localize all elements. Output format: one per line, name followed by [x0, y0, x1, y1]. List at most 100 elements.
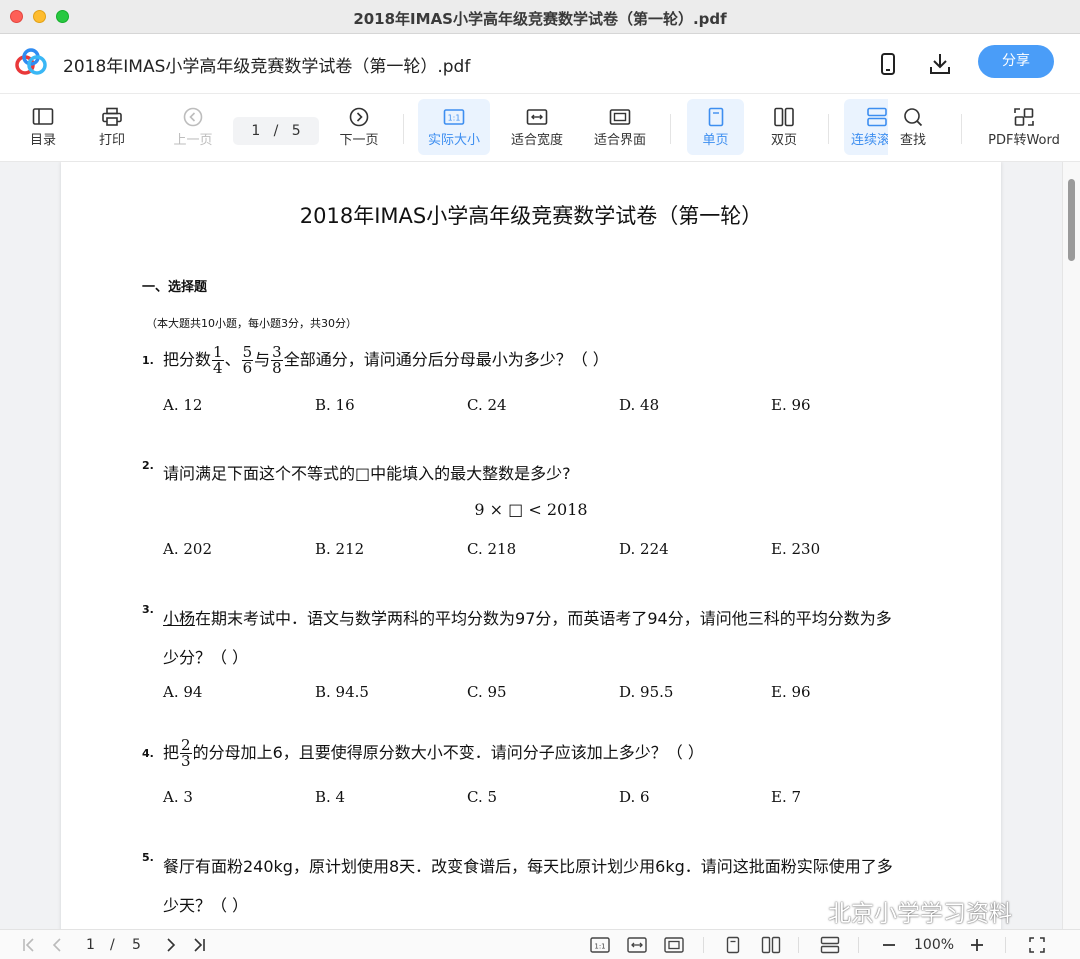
question-4-text: 把 2 3 的分母加上6，且要使得原分数大小不变．请问分子应该加上多少？（ ） [163, 738, 704, 769]
option-a: A. 94 [163, 683, 203, 701]
bottom-divider [858, 937, 859, 953]
q1-prefix: 把分数 [163, 350, 212, 369]
continuous-scroll-icon [867, 107, 887, 127]
page-current: 1 [251, 123, 261, 139]
vertical-scrollbar[interactable] [1062, 162, 1080, 929]
option-e: E. 96 [771, 683, 811, 701]
continuous-scroll-label: 连续滚 [851, 133, 888, 148]
question-2-text: 请问满足下面这个不等式的□中能填入的最大整数是多少? [163, 464, 571, 483]
question-number: 3. [142, 603, 154, 616]
chevron-right-icon[interactable] [162, 936, 180, 954]
question-1-text: 把分数 1 4、 5 6 与 3 8 全部通分，请问通分后分母最小为多少？（ ） [163, 345, 609, 376]
fraction: 38 [271, 343, 283, 377]
fit-width-label: 适合宽度 [510, 133, 563, 148]
app-header: 2018年IMAS小学高年级竞赛数学试卷（第一轮）.pdf 分享 [0, 34, 1080, 94]
wechat-icon [791, 902, 821, 926]
chevron-left-circle-icon [183, 107, 203, 127]
fit-width-button[interactable]: 适合宽度 [505, 99, 569, 155]
fit-page-icon[interactable] [664, 936, 684, 954]
single-page-icon[interactable] [724, 936, 742, 954]
continuous-scroll-icon[interactable] [820, 936, 840, 954]
option-b: B. 4 [315, 788, 346, 806]
scrollbar-thumb[interactable] [1068, 179, 1075, 261]
double-page-button[interactable]: 双页 [757, 99, 811, 155]
question-number: 2. [142, 459, 154, 472]
question-3-text: 小杨在期末考试中．语文与数学两科的平均分数为97分，而英语考了94分，请问他三科… [163, 605, 892, 629]
option-b: B. 16 [315, 396, 355, 414]
option-d: D. 224 [619, 540, 669, 558]
bottom-divider [798, 937, 799, 953]
zoom-out-icon[interactable] [880, 936, 898, 954]
exam-title: 2018年IMAS小学高年级竞赛数学试卷（第一轮） [299, 204, 763, 228]
continuous-scroll-button[interactable]: 连续滚 [844, 99, 888, 155]
option-e: E. 230 [771, 540, 821, 558]
prev-page-button[interactable]: 上一页 [164, 99, 222, 155]
question-number: 1. [142, 354, 154, 367]
fit-page-label: 适合界面 [593, 133, 646, 148]
sidebar-icon [32, 108, 54, 125]
next-page-button[interactable]: 下一页 [332, 99, 386, 155]
share-button[interactable]: 分享 [978, 45, 1054, 78]
option-b: B. 94.5 [315, 683, 369, 701]
actual-size-icon[interactable]: 1:1 [590, 936, 610, 954]
fit-width-icon[interactable] [627, 936, 647, 954]
zoom-level: 100% [914, 937, 955, 953]
question-2-formula: 9 × □ < 2018 [474, 500, 588, 519]
prev-page-label: 上一页 [173, 133, 213, 148]
toc-button[interactable]: 目录 [16, 99, 70, 155]
zoom-in-icon[interactable] [968, 936, 986, 954]
pdf-to-word-label: PDF转Word [988, 133, 1060, 148]
fullscreen-icon[interactable] [1028, 936, 1046, 954]
page-separator: / [273, 123, 279, 139]
single-page-button[interactable]: 单页 [687, 99, 744, 155]
option-c: C. 5 [467, 788, 498, 806]
bottom-divider [1005, 937, 1006, 953]
option-d: D. 95.5 [619, 683, 674, 701]
option-a: A. 3 [163, 788, 193, 806]
window-titlebar: 2018年IMAS小学高年级竞赛数学试卷（第一轮）.pdf [0, 0, 1080, 34]
option-d: D. 6 [619, 788, 650, 806]
svg-text:1:1: 1:1 [594, 943, 605, 951]
page-number-input[interactable]: 1 / 5 [233, 117, 319, 145]
pdf-page: 2018年IMAS小学高年级竞赛数学试卷（第一轮） 一、选择题 （本大题共10小… [61, 162, 1001, 929]
double-page-icon[interactable] [761, 936, 781, 954]
option-c: C. 95 [467, 683, 507, 701]
search-icon [904, 108, 923, 127]
next-page-label: 下一页 [339, 133, 379, 148]
search-label: 查找 [899, 133, 926, 148]
section-heading: 一、选择题 [142, 280, 208, 295]
option-c: C. 218 [467, 540, 517, 558]
chevron-left-icon[interactable] [48, 936, 66, 954]
document-viewer[interactable]: 2018年IMAS小学高年级竞赛数学试卷（第一轮） 一、选择题 （本大题共10小… [0, 162, 1080, 929]
bottom-page-current[interactable]: 1 [86, 937, 95, 953]
search-button[interactable]: 查找 [888, 99, 938, 155]
bottom-page-total: 5 [132, 937, 141, 953]
phone-icon[interactable] [874, 50, 902, 78]
q1-sep1: 、 [224, 350, 241, 369]
section-note: （本大题共10小题，每小题3分，共30分） [146, 317, 357, 330]
actual-size-label: 实际大小 [427, 133, 480, 148]
document-title: 2018年IMAS小学高年级竞赛数学试卷（第一轮）.pdf [63, 57, 471, 77]
option-e: E. 96 [771, 396, 811, 414]
q4-prefix: 把 [163, 743, 180, 762]
option-a: A. 12 [163, 396, 203, 414]
q1-sep2: 与 [254, 350, 271, 369]
actual-size-icon: 1:1 [443, 109, 465, 125]
print-button[interactable]: 打印 [85, 99, 139, 155]
last-page-icon[interactable] [190, 936, 208, 954]
question-number: 4. [142, 747, 154, 760]
question-5-text: 餐厅有面粉240kg，原计划使用8天．改变食谱后，每天比原计划少用6kg．请问这… [163, 857, 893, 876]
fraction: 14 [212, 343, 224, 377]
window-title: 2018年IMAS小学高年级竞赛数学试卷（第一轮）.pdf [353, 10, 727, 28]
download-icon[interactable] [926, 50, 954, 78]
actual-size-button[interactable]: 1:1 实际大小 [418, 99, 490, 155]
fit-page-button[interactable]: 适合界面 [588, 99, 652, 155]
first-page-icon[interactable] [20, 936, 38, 954]
student-name: 小杨 [163, 609, 196, 628]
toolbar-divider [828, 114, 829, 144]
bottom-divider [703, 937, 704, 953]
viewer-toolbar: 目录 打印 上一页 1 / 5 下一页 1:1 实际大小 适合宽度 适合界面 单… [0, 94, 1080, 162]
bottom-page-separator: / [110, 937, 115, 953]
double-page-icon [774, 107, 794, 127]
pdf-to-word-button[interactable]: PDF转Word [980, 99, 1068, 155]
